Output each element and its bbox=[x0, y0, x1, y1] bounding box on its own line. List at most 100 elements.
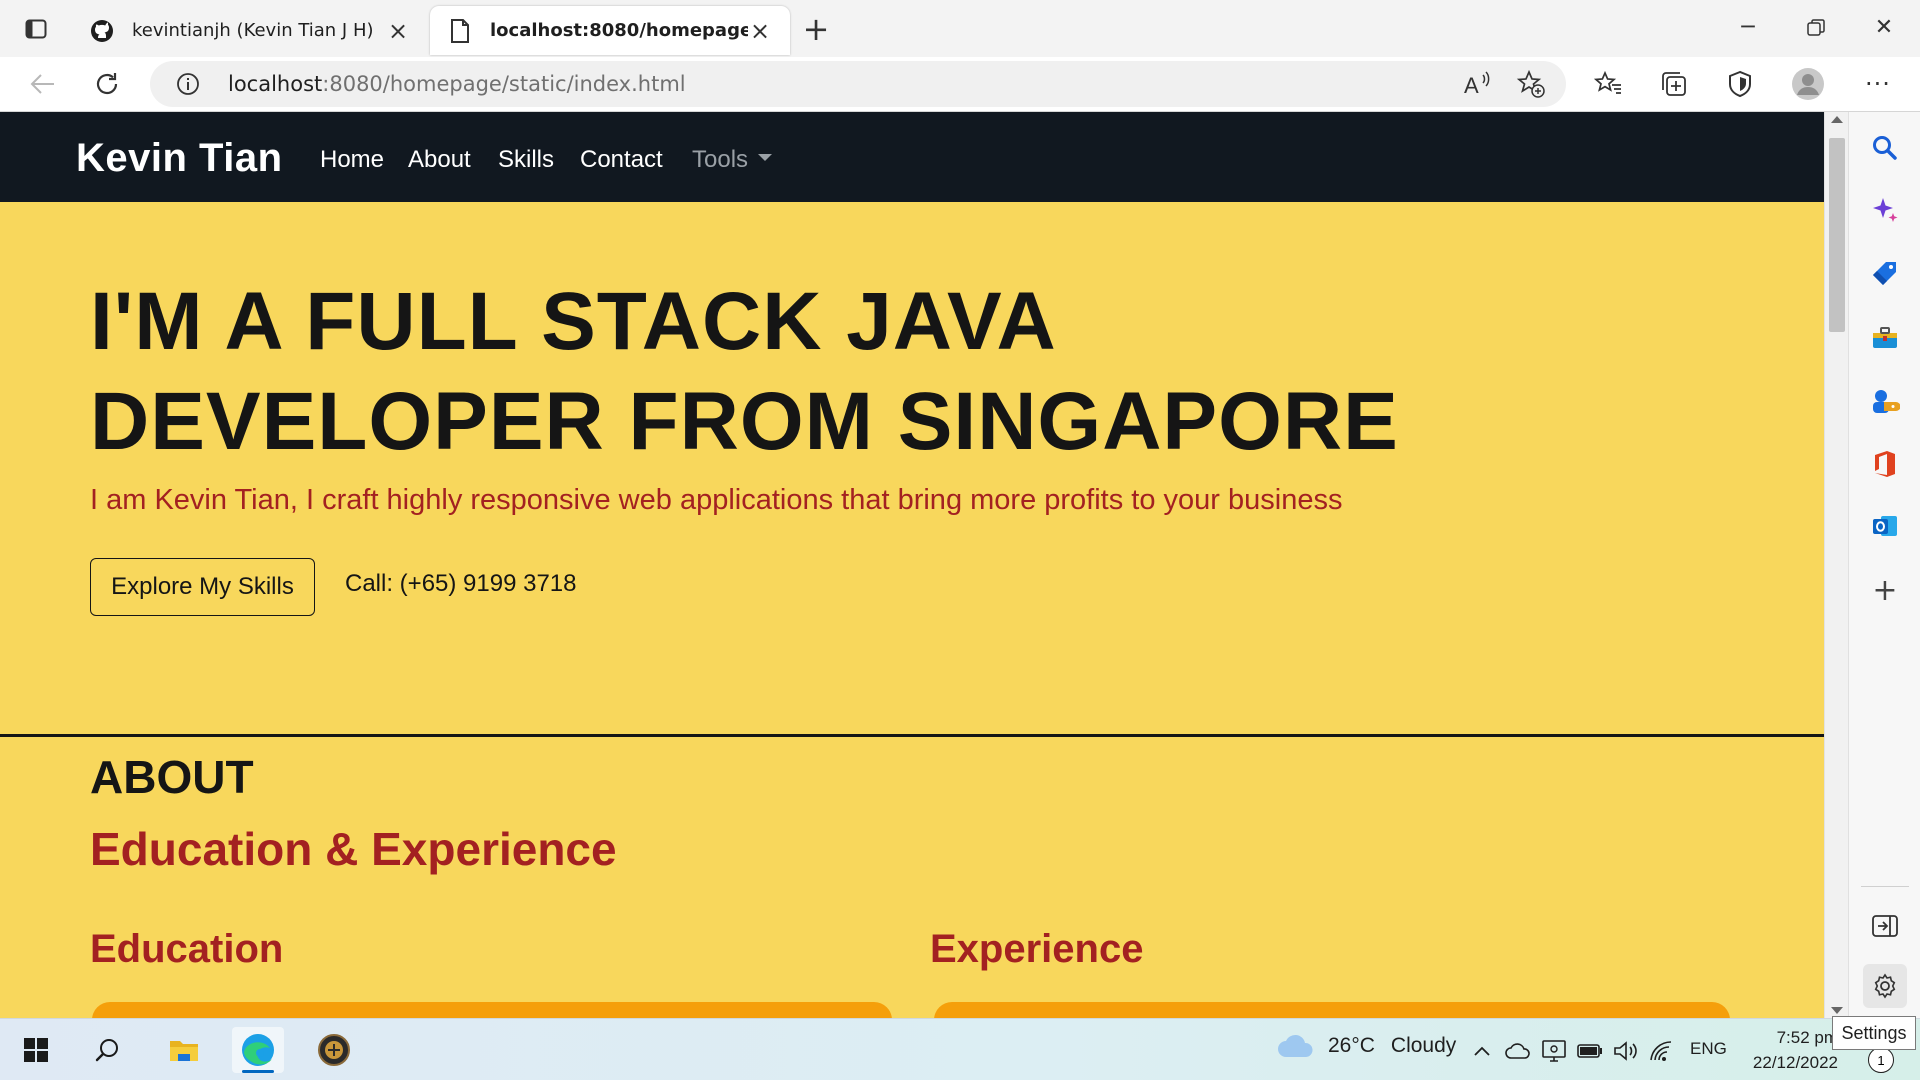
education-card bbox=[92, 1002, 892, 1018]
tab-github[interactable]: kevintianjh (Kevin Tian J H) × bbox=[72, 6, 428, 55]
close-icon[interactable]: × bbox=[748, 17, 772, 45]
url-host: localhost bbox=[228, 72, 323, 96]
url-path: :8080/homepage/static/index.html bbox=[322, 72, 686, 96]
chevron-up-icon bbox=[1474, 1046, 1490, 1056]
collections-button[interactable] bbox=[1653, 63, 1695, 105]
nav-tools-label: Tools bbox=[692, 146, 749, 173]
scroll-thumb[interactable] bbox=[1829, 138, 1845, 332]
add-favorite-icon[interactable] bbox=[1516, 69, 1546, 104]
back-button[interactable] bbox=[22, 63, 64, 105]
call-text: Call: (+65) 9199 3718 bbox=[345, 570, 577, 597]
sidebar-office-button[interactable] bbox=[1863, 442, 1907, 486]
tab-actions-icon bbox=[25, 19, 47, 39]
hero-title-line1: I'M A FULL STACK JAVA bbox=[90, 276, 1057, 367]
settings-more-button[interactable]: ··· bbox=[1857, 63, 1899, 105]
favorites-icon bbox=[1594, 71, 1621, 94]
app-taskbar-button[interactable] bbox=[308, 1027, 360, 1073]
search-icon bbox=[1873, 136, 1897, 160]
tab-title: localhost:8080/homepage/static/index.htm… bbox=[490, 20, 748, 41]
nav-about[interactable]: About bbox=[408, 146, 471, 174]
cloud-icon bbox=[1278, 1034, 1313, 1057]
experience-heading: Experience bbox=[930, 927, 1144, 971]
wifi-icon[interactable] bbox=[1648, 1037, 1676, 1065]
weather-condition: Cloudy bbox=[1390, 1034, 1457, 1057]
folder-icon bbox=[170, 1041, 198, 1061]
read-aloud-icon[interactable]: A bbox=[1462, 69, 1492, 104]
sidebar-hide-button[interactable] bbox=[1863, 904, 1907, 948]
browser-toolbar: localhost:8080/homepage/static/index.htm… bbox=[0, 57, 1920, 112]
sidebar-games-button[interactable] bbox=[1863, 380, 1907, 424]
hero-subtitle: I am Kevin Tian, I craft highly responsi… bbox=[90, 484, 1343, 516]
tab-actions-button[interactable] bbox=[18, 14, 54, 44]
volume-icon[interactable] bbox=[1612, 1037, 1640, 1065]
tag-icon bbox=[1873, 262, 1896, 285]
explore-skills-button[interactable]: Explore My Skills bbox=[90, 558, 315, 616]
close-window-button[interactable]: ✕ bbox=[1854, 8, 1914, 48]
onedrive-icon[interactable] bbox=[1504, 1037, 1532, 1065]
education-heading: Education bbox=[90, 927, 284, 971]
tab-localhost[interactable]: localhost:8080/homepage/static/index.htm… bbox=[430, 6, 790, 55]
sidebar-tools-button[interactable] bbox=[1863, 316, 1907, 360]
settings-tooltip: Settings bbox=[1832, 1016, 1916, 1050]
clock-date: 22/12/2022 bbox=[1752, 1053, 1838, 1072]
windows-taskbar: 26°C Cloudy ENG 7:52 pm 22/12/2022 1 bbox=[0, 1018, 1920, 1080]
edge-sidebar: + bbox=[1848, 112, 1920, 1018]
browser-essentials-button[interactable] bbox=[1719, 63, 1761, 105]
battery-icon[interactable] bbox=[1576, 1037, 1604, 1065]
windows-logo-icon bbox=[24, 1038, 48, 1062]
notification-badge[interactable]: 1 bbox=[1868, 1047, 1894, 1073]
site-info-icon[interactable] bbox=[172, 68, 204, 100]
hide-sidebar-icon bbox=[1872, 915, 1898, 937]
new-tab-button[interactable]: + bbox=[798, 12, 834, 48]
tab-strip: kevintianjh (Kevin Tian J H) × localhost… bbox=[0, 0, 1920, 57]
sidebar-settings-button[interactable] bbox=[1863, 964, 1907, 1008]
show-hidden-icons-button[interactable] bbox=[1468, 1037, 1496, 1065]
page-scrollbar[interactable] bbox=[1824, 112, 1848, 1018]
scroll-down-icon[interactable] bbox=[1831, 1007, 1843, 1014]
section-divider bbox=[0, 734, 1824, 737]
hero-title-line2: DEVELOPER FROM SINGAPORE bbox=[90, 376, 1399, 467]
refresh-button[interactable] bbox=[86, 63, 128, 105]
language-indicator[interactable]: ENG bbox=[1690, 1039, 1727, 1059]
file-explorer-button[interactable] bbox=[158, 1027, 210, 1073]
address-bar[interactable]: localhost:8080/homepage/static/index.htm… bbox=[150, 61, 1566, 107]
system-clock[interactable]: 7:52 pm 22/12/2022 bbox=[1742, 1025, 1838, 1075]
nav-tools-dropdown[interactable]: Tools bbox=[692, 146, 773, 174]
collections-icon bbox=[1662, 72, 1686, 96]
nav-home[interactable]: Home bbox=[320, 146, 384, 174]
sidebar-copilot-button[interactable] bbox=[1863, 188, 1907, 232]
restore-icon bbox=[1807, 19, 1825, 36]
app-badge-icon bbox=[318, 1034, 350, 1066]
toolbox-icon bbox=[1873, 327, 1897, 348]
experience-card bbox=[934, 1002, 1730, 1018]
education-experience-heading: Education & Experience bbox=[90, 823, 617, 875]
nav-contact[interactable]: Contact bbox=[580, 146, 663, 174]
page-viewport: Kevin Tian Home About Skills Contact Too… bbox=[0, 112, 1824, 1018]
sidebar-shopping-button[interactable] bbox=[1863, 252, 1907, 296]
restore-button[interactable] bbox=[1786, 8, 1846, 48]
brand-logo[interactable]: Kevin Tian bbox=[76, 136, 283, 181]
minimize-button[interactable]: ─ bbox=[1718, 8, 1778, 48]
clock-time: 7:52 pm bbox=[1776, 1028, 1838, 1047]
outlook-icon bbox=[1873, 516, 1897, 536]
nav-skills[interactable]: Skills bbox=[498, 146, 554, 174]
refresh-icon bbox=[96, 73, 118, 95]
profile-button[interactable] bbox=[1787, 63, 1829, 105]
tab-title: kevintianjh (Kevin Tian J H) bbox=[132, 20, 374, 41]
edge-taskbar-button[interactable] bbox=[232, 1027, 284, 1073]
favorites-button[interactable] bbox=[1587, 63, 1629, 105]
weather-widget[interactable]: 26°C Cloudy bbox=[1276, 1033, 1456, 1059]
taskbar-search-button[interactable] bbox=[82, 1027, 134, 1073]
chevron-down-icon bbox=[758, 154, 773, 162]
scroll-up-icon[interactable] bbox=[1831, 116, 1843, 123]
start-button[interactable] bbox=[10, 1027, 62, 1073]
display-icon[interactable] bbox=[1540, 1037, 1568, 1065]
back-arrow-icon bbox=[30, 74, 54, 94]
sidebar-outlook-button[interactable] bbox=[1863, 504, 1907, 548]
sidebar-separator bbox=[1861, 886, 1909, 887]
shield-icon bbox=[1729, 70, 1751, 98]
sidebar-search-button[interactable] bbox=[1863, 126, 1907, 170]
close-icon[interactable]: × bbox=[386, 17, 410, 45]
active-indicator bbox=[242, 1070, 274, 1073]
sidebar-add-button[interactable]: + bbox=[1863, 568, 1907, 612]
